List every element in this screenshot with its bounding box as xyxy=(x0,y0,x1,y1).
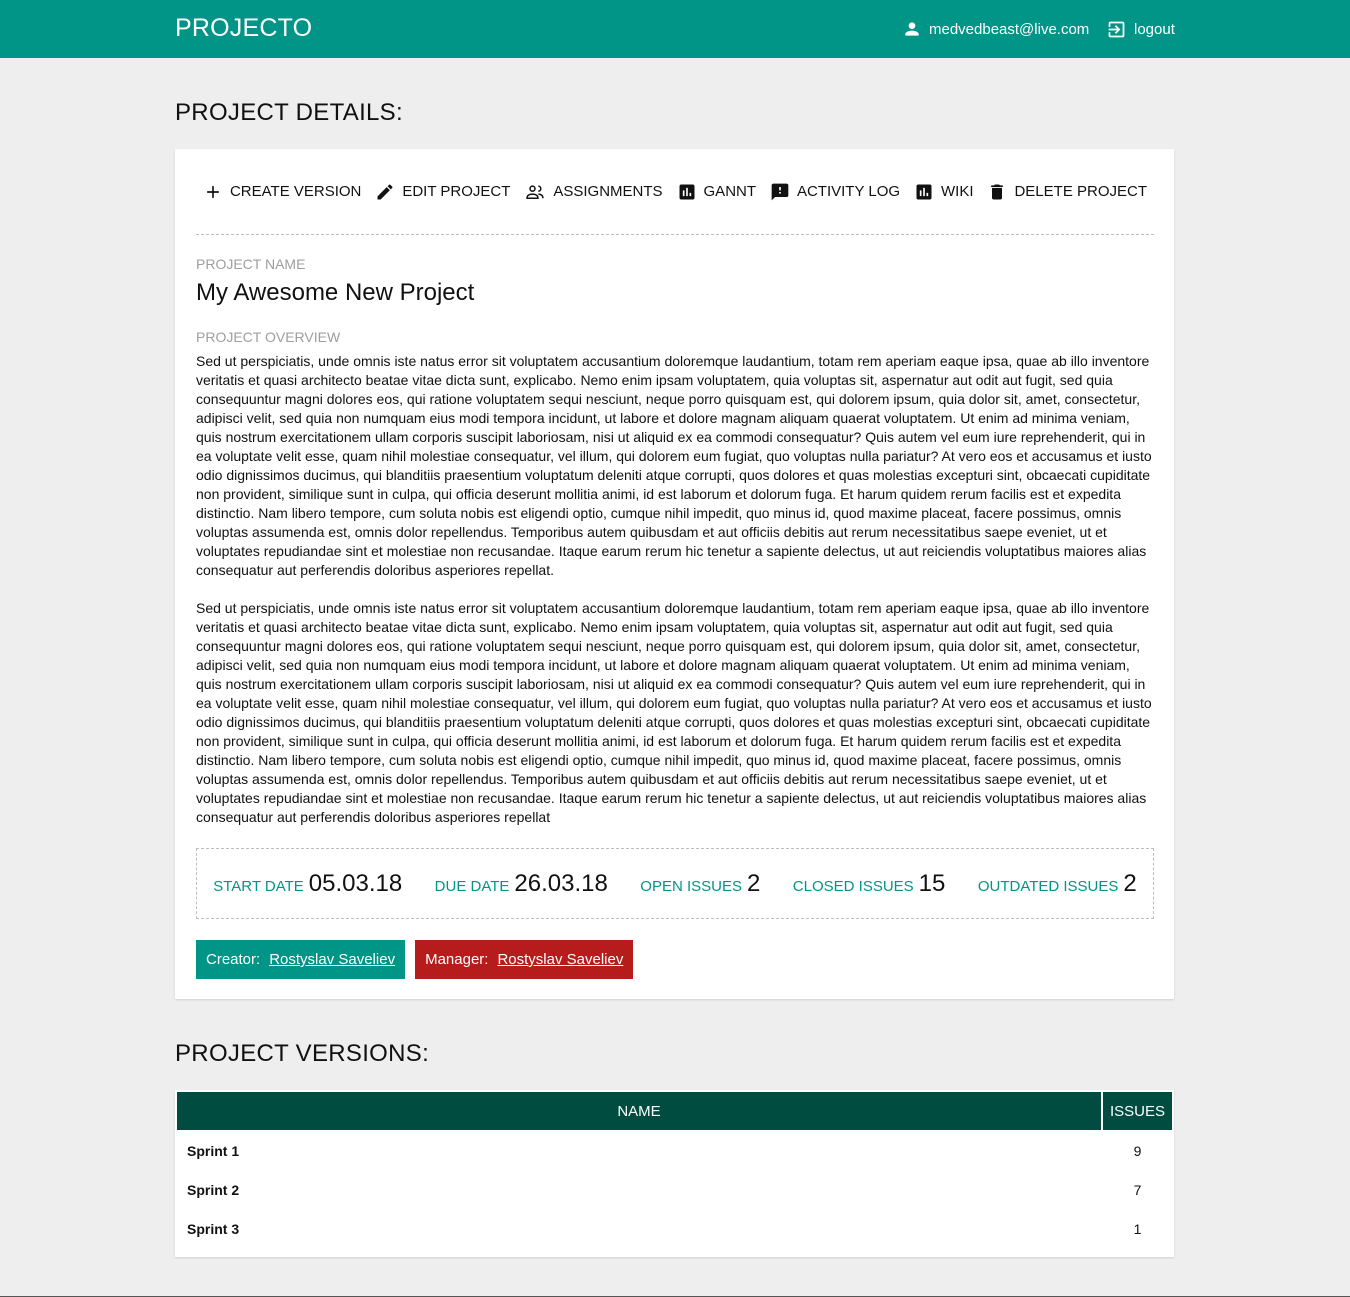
table-header-row: NAME ISSUES xyxy=(177,1092,1172,1130)
version-name[interactable]: Sprint 2 xyxy=(177,1171,1101,1208)
creator-label: Creator: xyxy=(206,951,261,968)
outdated-issues-value: 2 xyxy=(1123,869,1137,897)
user-account[interactable]: medvedbeast@live.com xyxy=(902,18,1089,40)
pencil-icon xyxy=(377,183,393,199)
version-issues: 1 xyxy=(1133,1220,1142,1237)
project-people: Creator: Rostyslav Saveliev Manager: Ros… xyxy=(196,940,643,979)
column-header-name[interactable]: NAME xyxy=(177,1092,1101,1130)
create-version-button[interactable]: CREATE VERSION xyxy=(203,182,361,202)
plus-icon xyxy=(207,185,219,198)
start-date-label: START DATE xyxy=(213,877,304,895)
people-icon xyxy=(526,184,545,199)
project-name: My Awesome New Project xyxy=(196,279,475,306)
table-row[interactable]: Sprint 1 9 xyxy=(177,1132,1172,1169)
creator-link[interactable]: Rostyslav Saveliev xyxy=(269,951,395,968)
edit-project-label: EDIT PROJECT xyxy=(402,183,511,200)
outdated-issues-label: OUTDATED ISSUES xyxy=(977,877,1119,895)
feedback-icon xyxy=(771,183,789,200)
table-row[interactable]: Sprint 3 1 xyxy=(177,1210,1172,1247)
create-version-label: CREATE VERSION xyxy=(229,183,362,200)
delete-project-button[interactable]: DELETE PROJECT xyxy=(987,182,1147,202)
top-app-bar: PROJECTO medvedbeast@live.com logout xyxy=(0,0,1350,58)
versions-table: NAME ISSUES Sprint 1 9 Sprint 2 7 Sprint… xyxy=(175,1090,1174,1249)
versions-table-container: NAME ISSUES Sprint 1 9 Sprint 2 7 Sprint… xyxy=(175,1090,1174,1257)
creator-badge: Creator: Rostyslav Saveliev xyxy=(196,940,406,979)
version-name[interactable]: Sprint 3 xyxy=(177,1210,1101,1247)
logout-label: logout xyxy=(1134,20,1175,38)
table-row[interactable]: Sprint 2 7 xyxy=(177,1171,1172,1208)
wiki-button[interactable]: WIKI xyxy=(914,182,974,202)
project-versions-title: PROJECT VERSIONS: xyxy=(175,1040,430,1067)
version-issues: 7 xyxy=(1133,1181,1142,1198)
app-brand[interactable]: PROJECTO xyxy=(175,14,312,43)
project-details-card: CREATE VERSION EDIT PROJECT ASSIGNMENTS … xyxy=(175,149,1174,999)
wiki-label: WIKI xyxy=(941,183,974,200)
column-header-issues[interactable]: ISSUES xyxy=(1103,1092,1172,1130)
project-overview-label: PROJECT OVERVIEW xyxy=(196,329,341,345)
user-email: medvedbeast@live.com xyxy=(929,20,1090,38)
outdated-issues-stat: OUTDATED ISSUES 2 xyxy=(978,870,1137,898)
overview-paragraph: Sed ut perspiciatis, unde omnis iste nat… xyxy=(196,353,1152,578)
start-date-value: 05.03.18 xyxy=(308,869,403,897)
open-issues-label: OPEN ISSUES xyxy=(640,877,742,895)
overview-paragraph: Sed ut perspiciatis, unde omnis iste nat… xyxy=(196,600,1152,825)
open-issues-value: 2 xyxy=(746,869,761,897)
open-issues-stat: OPEN ISSUES 2 xyxy=(640,870,760,898)
activity-log-button[interactable]: ACTIVITY LOG xyxy=(770,182,900,202)
assignments-label: ASSIGNMENTS xyxy=(553,183,663,200)
logout-button[interactable]: logout xyxy=(1106,18,1175,40)
bar-chart-icon xyxy=(916,184,932,199)
manager-badge: Manager: Rostyslav Saveliev xyxy=(415,940,634,979)
project-details-title: PROJECT DETAILS: xyxy=(175,99,403,126)
activity-log-label: ACTIVITY LOG xyxy=(796,183,901,200)
delete-project-label: DELETE PROJECT xyxy=(1014,183,1147,200)
project-name-label: PROJECT NAME xyxy=(196,256,306,272)
due-date-stat: DUE DATE 26.03.18 xyxy=(435,870,608,898)
start-date-stat: START DATE 05.03.18 xyxy=(213,870,402,898)
closed-issues-value: 15 xyxy=(918,869,946,897)
due-date-label: DUE DATE xyxy=(434,877,510,895)
gannt-label: GANNT xyxy=(703,183,757,200)
assignments-button[interactable]: ASSIGNMENTS xyxy=(524,182,663,202)
version-issues: 9 xyxy=(1133,1142,1142,1159)
project-stats: START DATE 05.03.18 DUE DATE 26.03.18 OP… xyxy=(196,848,1154,919)
edit-project-button[interactable]: EDIT PROJECT xyxy=(375,182,510,202)
project-toolbar: CREATE VERSION EDIT PROJECT ASSIGNMENTS … xyxy=(196,149,1154,235)
version-name[interactable]: Sprint 1 xyxy=(177,1132,1101,1169)
gannt-button[interactable]: GANNT xyxy=(677,182,757,202)
person-icon xyxy=(905,22,919,36)
closed-issues-stat: CLOSED ISSUES 15 xyxy=(793,870,946,898)
logout-icon xyxy=(1108,21,1125,37)
manager-label: Manager: xyxy=(425,951,489,968)
bar-chart-icon xyxy=(679,184,695,199)
trash-icon xyxy=(991,184,1004,199)
project-overview: Sed ut perspiciatis, unde omnis iste nat… xyxy=(196,352,1158,846)
due-date-value: 26.03.18 xyxy=(514,869,608,897)
closed-issues-label: CLOSED ISSUES xyxy=(792,877,914,895)
manager-link[interactable]: Rostyslav Saveliev xyxy=(497,951,623,968)
